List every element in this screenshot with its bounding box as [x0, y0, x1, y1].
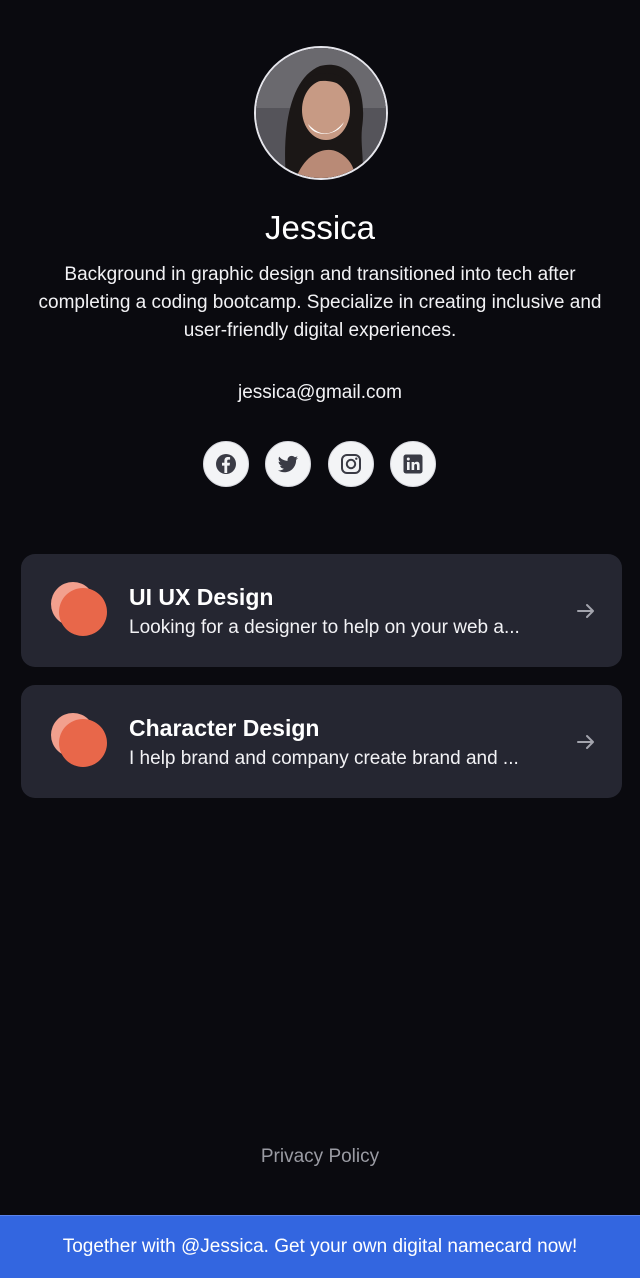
- profile-email[interactable]: jessica@gmail.com: [0, 379, 640, 407]
- link-card-character-design[interactable]: Character Design I help brand and compan…: [21, 685, 622, 798]
- promo-banner[interactable]: Together with @Jessica. Get your own dig…: [0, 1215, 640, 1278]
- avatar: [254, 46, 388, 180]
- facebook-icon: [216, 454, 236, 474]
- promo-banner-text: Together with @Jessica. Get your own dig…: [62, 1236, 578, 1257]
- link-card-ui-ux-design[interactable]: UI UX Design Looking for a designer to h…: [21, 554, 622, 667]
- profile-photo: [256, 48, 386, 178]
- card-title: UI UX Design: [129, 584, 274, 610]
- profile-bio: Background in graphic design and transit…: [38, 264, 602, 341]
- arrow-right-icon: [577, 604, 594, 618]
- card-description: I help brand and company create brand an…: [129, 748, 519, 769]
- instagram-button[interactable]: [328, 441, 374, 487]
- twitter-icon: [277, 455, 299, 473]
- profile-name: Jessica: [264, 209, 376, 246]
- social-links: [203, 441, 439, 489]
- facebook-button[interactable]: [203, 441, 249, 487]
- instagram-icon: [341, 454, 361, 474]
- card-dot-front: [59, 719, 107, 767]
- card-title: Character Design: [129, 715, 320, 741]
- linkedin-button[interactable]: [390, 441, 436, 487]
- card-dot-front: [59, 588, 107, 636]
- linkedin-icon: [403, 454, 423, 474]
- privacy-policy-link[interactable]: Privacy Policy: [0, 1143, 640, 1171]
- twitter-button[interactable]: [265, 441, 311, 487]
- arrow-right-icon: [577, 735, 594, 749]
- card-description: Looking for a designer to help on your w…: [129, 617, 520, 638]
